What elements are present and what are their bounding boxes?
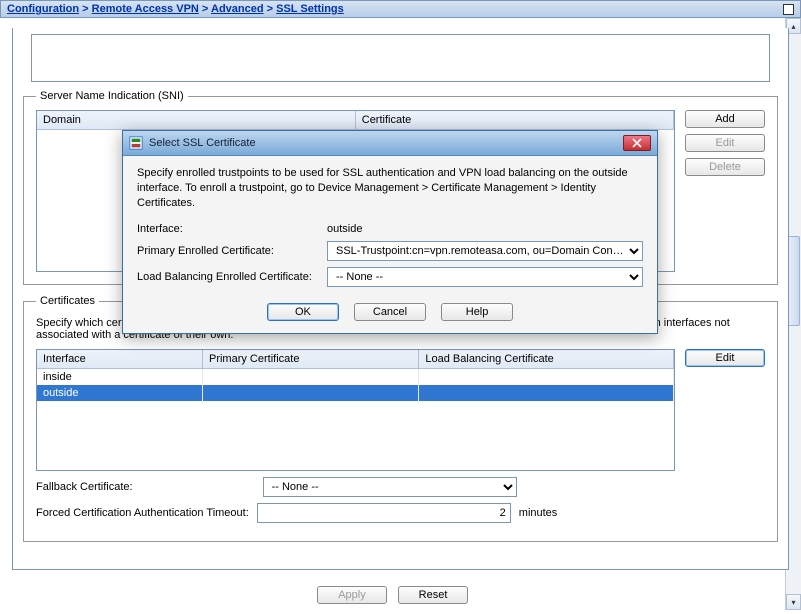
dialog-body: Specify enrolled trustpoints to be used … [123, 156, 657, 333]
fallback-select[interactable]: -- None -- [263, 477, 517, 497]
dialog-title: Select SSL Certificate [149, 137, 617, 149]
crumb-remote-access-vpn[interactable]: Remote Access VPN [92, 3, 199, 15]
reset-button[interactable]: Reset [398, 586, 468, 604]
table-row-selected[interactable]: outside [37, 385, 674, 401]
timeout-input[interactable] [257, 503, 511, 523]
dialog-desc: Specify enrolled trustpoints to be used … [137, 166, 643, 211]
dialog-buttons: OK Cancel Help [137, 293, 643, 333]
dialog-lb-select[interactable]: -- None -- [327, 267, 643, 287]
cell-primary [202, 385, 418, 401]
timeout-unit: minutes [519, 507, 558, 519]
maximize-icon[interactable] [783, 4, 794, 15]
cert-col-primary[interactable]: Primary Certificate [202, 350, 418, 369]
close-button[interactable] [623, 135, 651, 151]
crumb-advanced[interactable]: Advanced [211, 3, 264, 15]
breadcrumb-links: Configuration > Remote Access VPN > Adva… [7, 3, 344, 15]
fallback-label: Fallback Certificate: [36, 481, 133, 493]
dialog-primary-label: Primary Enrolled Certificate: [137, 245, 327, 257]
certificates-legend: Certificates [36, 295, 99, 307]
certificates-edit-button[interactable]: Edit [685, 349, 765, 367]
close-icon [632, 138, 642, 148]
sni-add-button[interactable]: Add [685, 110, 765, 128]
footer-buttons: Apply Reset [0, 576, 785, 614]
upper-textbox[interactable] [31, 34, 770, 82]
scroll-down-icon[interactable]: ▾ [786, 594, 801, 610]
sni-col-certificate[interactable]: Certificate [355, 111, 673, 130]
dialog-titlebar[interactable]: Select SSL Certificate [123, 131, 657, 156]
cell-lb [419, 385, 674, 401]
crumb-sep: > [202, 3, 211, 15]
cert-col-interface[interactable]: Interface [37, 350, 202, 369]
timeout-label: Forced Certification Authentication Time… [36, 507, 249, 519]
sni-legend: Server Name Indication (SNI) [36, 90, 188, 102]
cell-primary [202, 369, 418, 386]
app-icon [129, 136, 143, 150]
crumb-sep: > [267, 3, 276, 15]
breadcrumb: Configuration > Remote Access VPN > Adva… [0, 0, 801, 18]
table-row[interactable]: inside [37, 369, 674, 386]
select-ssl-certificate-dialog: Select SSL Certificate Specify enrolled … [122, 130, 658, 334]
crumb-ssl-settings[interactable]: SSL Settings [276, 3, 344, 15]
dialog-cancel-button[interactable]: Cancel [354, 303, 426, 321]
cell-lb [419, 369, 674, 386]
crumb-configuration[interactable]: Configuration [7, 3, 79, 15]
dialog-lb-label: Load Balancing Enrolled Certificate: [137, 271, 327, 283]
certificates-table[interactable]: Interface Primary Certificate Load Balan… [36, 349, 675, 471]
dialog-primary-select[interactable]: SSL-Trustpoint:cn=vpn.remoteasa.com, ou=… [327, 241, 643, 261]
crumb-sep: > [82, 3, 91, 15]
sni-delete-button[interactable]: Delete [685, 158, 765, 176]
apply-button[interactable]: Apply [317, 586, 387, 604]
sni-edit-button[interactable]: Edit [685, 134, 765, 152]
dialog-interface-label: Interface: [137, 223, 327, 235]
sni-col-domain[interactable]: Domain [37, 111, 355, 130]
dialog-ok-button[interactable]: OK [267, 303, 339, 321]
dialog-help-button[interactable]: Help [441, 303, 513, 321]
cell-interface: outside [37, 385, 202, 401]
cell-interface: inside [37, 369, 202, 386]
cert-col-lb[interactable]: Load Balancing Certificate [419, 350, 674, 369]
dialog-interface-value: outside [327, 223, 643, 235]
